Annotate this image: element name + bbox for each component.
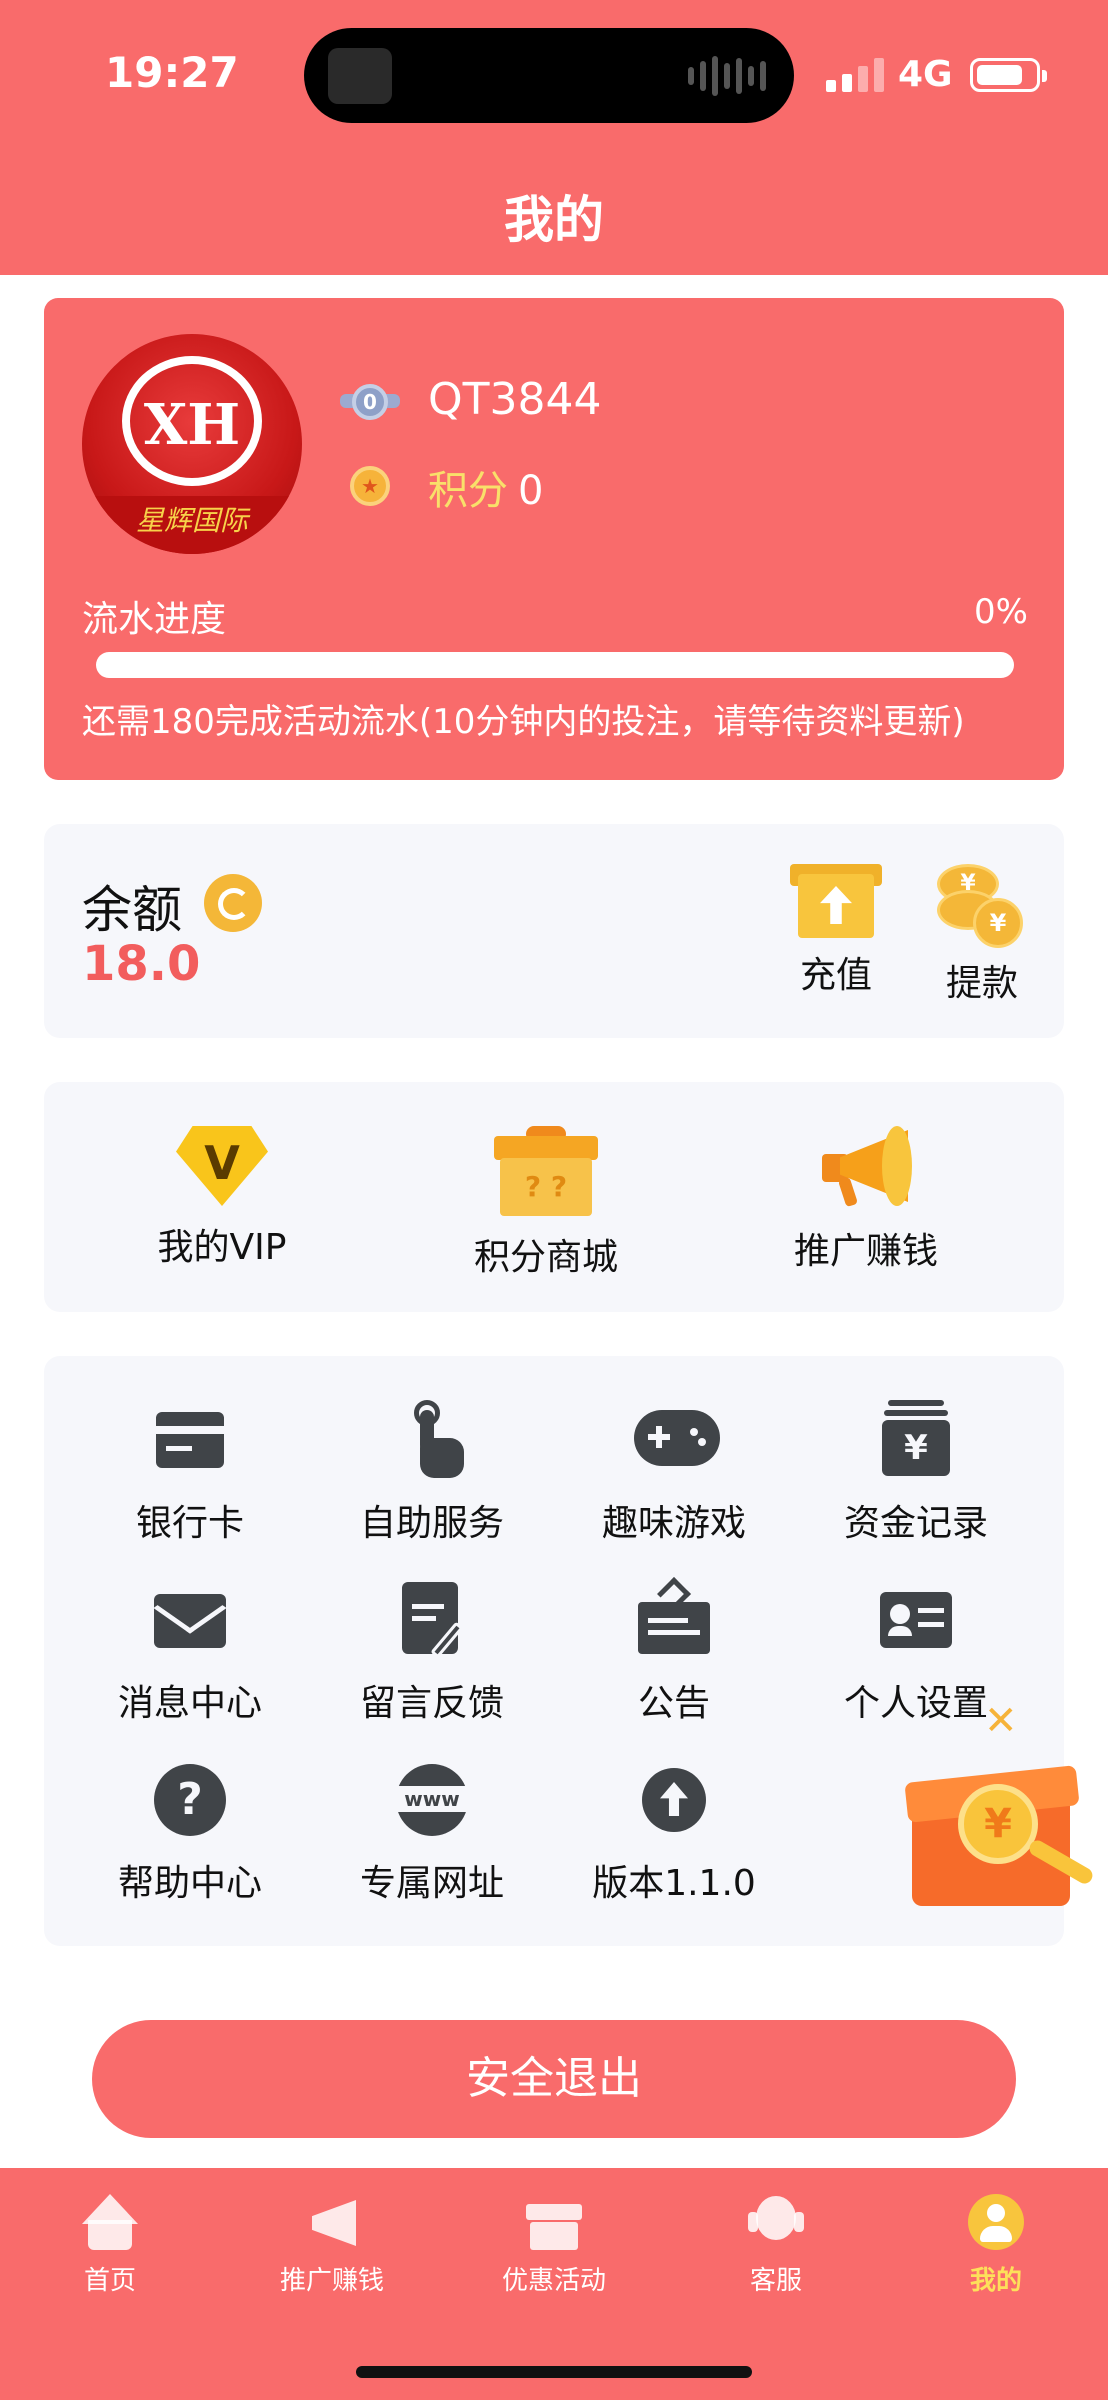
tap-hand-icon — [392, 1400, 472, 1480]
menu-label: 银行卡 — [135, 1503, 244, 1544]
tab-offers[interactable]: 优惠活动 — [464, 2194, 644, 2297]
status-time: 19:27 — [105, 48, 239, 97]
user-icon — [966, 2194, 1026, 2252]
profile-card: XH 星辉国际 0 QT3844 ★ 积分 0 流水进度 0% 还需180完成活动… — [44, 298, 1064, 780]
menu-notice[interactable]: 公告 — [574, 1577, 774, 1726]
menu-version[interactable]: 版本1.1.0 — [574, 1760, 774, 1906]
points-star-icon: ★ — [350, 466, 390, 506]
withdraw-label: 提款 — [945, 963, 1018, 1004]
coins-icon: ¥ ¥ — [937, 864, 1027, 948]
close-icon[interactable]: ✕ — [984, 1698, 1018, 1744]
menu-message-center[interactable]: 消息中心 — [90, 1580, 290, 1726]
avatar-monogram: XH — [143, 392, 241, 458]
menu-label: 留言反馈 — [359, 1683, 504, 1724]
level-number: 0 — [352, 384, 388, 420]
home-indicator — [356, 2366, 752, 2378]
upload-icon — [634, 1760, 714, 1840]
gift-box-icon: ? ? — [494, 1126, 598, 1216]
coin-icon: ¥ — [958, 1784, 1038, 1864]
tab-promotion[interactable]: 推广赚钱 — [242, 2194, 422, 2297]
menu-label: 消息中心 — [117, 1683, 262, 1724]
menu-label: 趣味游戏 — [601, 1503, 746, 1544]
feature-points-mall[interactable]: ? ? 积分商城 — [436, 1126, 656, 1280]
balance-card: 余额 18.0 充值 ¥ ¥ 提款 — [44, 824, 1064, 1038]
signal-icon — [826, 58, 884, 92]
mail-icon — [150, 1580, 230, 1660]
refresh-icon[interactable] — [204, 874, 262, 932]
feature-label: 我的VIP — [157, 1227, 287, 1268]
page-title: 我的 — [504, 191, 604, 249]
username: QT3844 — [428, 374, 602, 425]
fund-record-icon: ¥ — [876, 1400, 956, 1480]
menu-fun-games[interactable]: 趣味游戏 — [574, 1400, 774, 1546]
logout-button[interactable]: 安全退出 — [92, 2020, 1016, 2138]
feature-promotion[interactable]: 推广赚钱 — [756, 1126, 976, 1274]
menu-label: 自助服务 — [359, 1503, 504, 1544]
menu-fund-record[interactable]: ¥ 资金记录 — [816, 1400, 1016, 1546]
speaker-icon — [328, 48, 392, 104]
menu-bank-card[interactable]: 银行卡 — [90, 1400, 290, 1546]
menu-feedback[interactable]: 留言反馈 — [332, 1580, 532, 1726]
progress-note: 还需180完成活动流水(10分钟内的投注，请等待资料更新) — [82, 702, 965, 742]
tab-label: 我的 — [969, 2266, 1022, 2296]
points: 积分 0 — [428, 458, 543, 516]
recharge-label: 充值 — [799, 955, 872, 996]
floating-gift-promo[interactable]: ✕ ¥ — [904, 1698, 1096, 1914]
menu-label: 专属网址 — [359, 1863, 504, 1904]
www-icon: www — [392, 1760, 472, 1840]
progress-bar — [96, 652, 1014, 678]
dynamic-island — [304, 28, 794, 123]
balance-value: 18.0 — [82, 936, 201, 992]
feature-vip[interactable]: V 我的VIP — [112, 1126, 332, 1270]
recharge-icon — [790, 864, 882, 940]
headset-icon — [746, 2194, 806, 2252]
home-icon — [80, 2194, 140, 2252]
progress-percent: 0% — [974, 592, 1028, 632]
points-value: 0 — [518, 468, 544, 514]
battery-icon — [970, 58, 1047, 92]
notice-board-icon — [634, 1577, 714, 1660]
withdraw-button[interactable]: ¥ ¥ 提款 — [922, 864, 1042, 1006]
tab-label: 客服 — [749, 2266, 802, 2296]
tab-label: 推广赚钱 — [279, 2266, 384, 2296]
battery-level — [977, 65, 1022, 85]
header: 19:27 4G 我的 — [0, 0, 1108, 275]
tab-label: 首页 — [83, 2266, 136, 2296]
audio-wave-icon — [688, 54, 766, 98]
tab-me[interactable]: 我的 — [906, 2194, 1086, 2297]
network-type: 4G — [898, 54, 953, 95]
points-label: 积分 — [428, 468, 508, 514]
avatar-band-text: 星辉国际 — [82, 496, 302, 554]
balance-label: 余额 — [82, 881, 182, 939]
id-card-icon — [876, 1580, 956, 1660]
menu-label: 公告 — [637, 1683, 710, 1724]
tab-home[interactable]: 首页 — [20, 2194, 200, 2297]
vip-diamond-icon: V — [176, 1126, 268, 1206]
menu-label: 帮助中心 — [117, 1863, 262, 1904]
recharge-button[interactable]: 充值 — [776, 864, 896, 998]
megaphone-icon — [818, 1126, 914, 1210]
menu-label: 资金记录 — [843, 1503, 988, 1544]
feature-label: 推广赚钱 — [793, 1231, 938, 1272]
bank-card-icon — [150, 1400, 230, 1480]
feature-label: 积分商城 — [473, 1237, 618, 1278]
level-badge-icon: 0 — [340, 380, 400, 424]
tab-customer-service[interactable]: 客服 — [686, 2194, 866, 2297]
help-icon: ? — [150, 1760, 230, 1840]
megaphone-icon — [302, 2194, 362, 2252]
avatar[interactable]: XH 星辉国际 — [82, 334, 302, 554]
menu-self-service[interactable]: 自助服务 — [332, 1400, 532, 1546]
menu-help-center[interactable]: ? 帮助中心 — [90, 1760, 290, 1906]
gamepad-icon — [634, 1400, 720, 1480]
tab-label: 优惠活动 — [501, 2266, 606, 2296]
feedback-icon — [392, 1580, 472, 1660]
gift-icon — [524, 2194, 584, 2252]
menu-exclusive-url[interactable]: www 专属网址 — [332, 1760, 532, 1906]
features-card: V 我的VIP ? ? 积分商城 推广赚钱 — [44, 1082, 1064, 1312]
progress-label: 流水进度 — [82, 599, 227, 640]
menu-label: 版本1.1.0 — [592, 1863, 756, 1904]
